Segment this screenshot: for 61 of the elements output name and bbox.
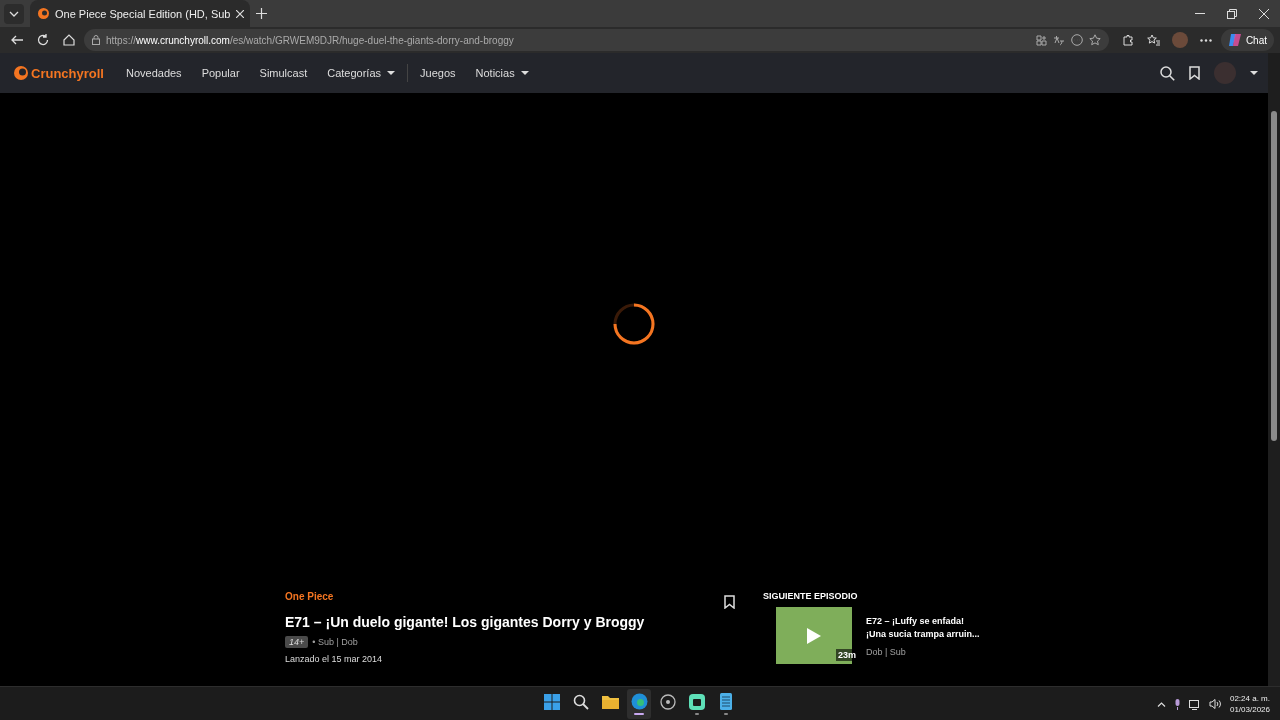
caret-icon[interactable] [1250, 71, 1258, 75]
folder-icon [601, 694, 619, 709]
back-arrow-icon [11, 35, 23, 45]
apps-icon[interactable] [1035, 34, 1047, 46]
translate-icon[interactable] [1052, 34, 1065, 46]
play-icon [807, 627, 821, 644]
volume-icon[interactable] [1208, 699, 1222, 709]
nav-link[interactable]: Juegos [410, 53, 466, 93]
notepad-icon [720, 693, 732, 710]
taskbar-app[interactable] [627, 689, 651, 719]
chevron-up-icon[interactable] [1156, 701, 1166, 707]
more-circle-icon[interactable] [1070, 34, 1083, 46]
new-tab-icon[interactable] [256, 8, 268, 19]
release-date: Lanzado el 15 mar 2014 [285, 654, 384, 664]
audio-languages: Dob | Sub [866, 647, 906, 657]
series-link[interactable]: One Piece [285, 585, 735, 602]
puzzle-icon [1121, 34, 1134, 46]
section-heading: SIGUIENTE EPISODIO [763, 590, 859, 601]
close-icon [1259, 8, 1269, 19]
bookmark-icon[interactable] [724, 595, 735, 609]
favorites-icon [1147, 34, 1161, 46]
chevron-down-icon [9, 10, 19, 17]
lock-icon [92, 35, 100, 45]
nav-link[interactable]: Categorías [317, 53, 406, 93]
episode-title: E71 – ¡Un duelo gigante! Los gigantes Dorry y Broggy [285, 614, 646, 630]
logo-icon[interactable] [14, 66, 28, 80]
next-episode-title[interactable]: E72 – ¡Luffy se enfada! ¡Una sucia trampa arruin... [866, 607, 980, 641]
copilot-icon [1227, 33, 1242, 47]
windows-icon [544, 693, 560, 710]
nav-link[interactable]: Noticias [465, 53, 539, 93]
network-icon[interactable] [1188, 698, 1201, 710]
clock[interactable]: 02:24 a. m. 01/03/2026 [1229, 693, 1270, 715]
record-icon [660, 693, 676, 710]
restore-icon [1227, 8, 1237, 19]
nav-link[interactable]: Popular [191, 53, 250, 93]
microphone-icon[interactable] [1173, 698, 1181, 710]
home-icon [63, 34, 75, 46]
site-logo-icon [38, 8, 49, 19]
search-icon[interactable] [1160, 65, 1175, 81]
nav-link[interactable]: Simulcast [249, 53, 318, 93]
tab-list-button[interactable] [4, 3, 24, 24]
browser-icon [630, 693, 648, 710]
chat-button[interactable]: Chat [1220, 29, 1274, 51]
audio-languages: • Sub | Dob [312, 637, 358, 647]
duration-label: 23m [836, 649, 858, 661]
search-icon [573, 693, 589, 710]
minimize-icon [1195, 13, 1205, 14]
bookmark-icon[interactable] [1189, 66, 1200, 80]
url-text: https://www.crunchyroll.com/es/watch/GRWEM9DJR/huge-duel-the-giants-dorry-and-broggy [106, 34, 515, 46]
address-bar[interactable]: https://www.crunchyroll.com/es/watch/GRWEM9DJR/huge-duel-the-giants-dorry-and-broggy [84, 29, 1109, 51]
avatar [1171, 32, 1188, 48]
loading-spinner-icon [612, 302, 656, 346]
more-icon [1199, 38, 1212, 42]
chat-app-icon [689, 693, 705, 710]
reload-icon [37, 34, 49, 46]
age-rating: 14+ [285, 636, 309, 648]
logo-text: Crunchyroll [31, 65, 104, 81]
browser-tab[interactable]: One Piece Special Edition (HD, Sub [30, 0, 251, 27]
close-icon[interactable] [236, 9, 245, 18]
star-icon[interactable] [1088, 34, 1101, 46]
nav-link[interactable]: Novedades [115, 53, 192, 93]
